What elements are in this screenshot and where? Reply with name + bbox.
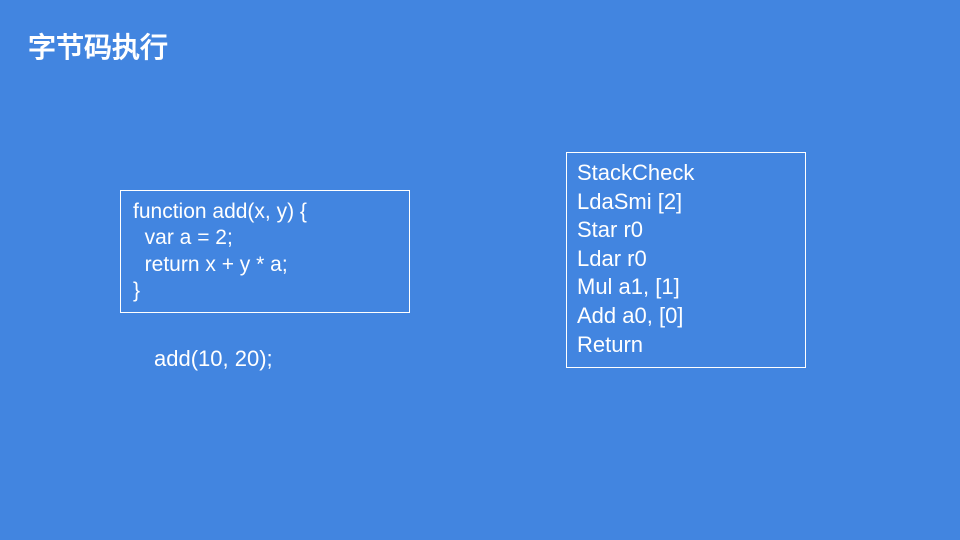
slide-title: 字节码执行 bbox=[28, 26, 168, 66]
function-call-line: add(10, 20); bbox=[154, 346, 273, 372]
bytecode-box: StackCheck LdaSmi [2] Star r0 Ldar r0 Mu… bbox=[566, 152, 806, 368]
source-code-box: function add(x, y) { var a = 2; return x… bbox=[120, 190, 410, 313]
